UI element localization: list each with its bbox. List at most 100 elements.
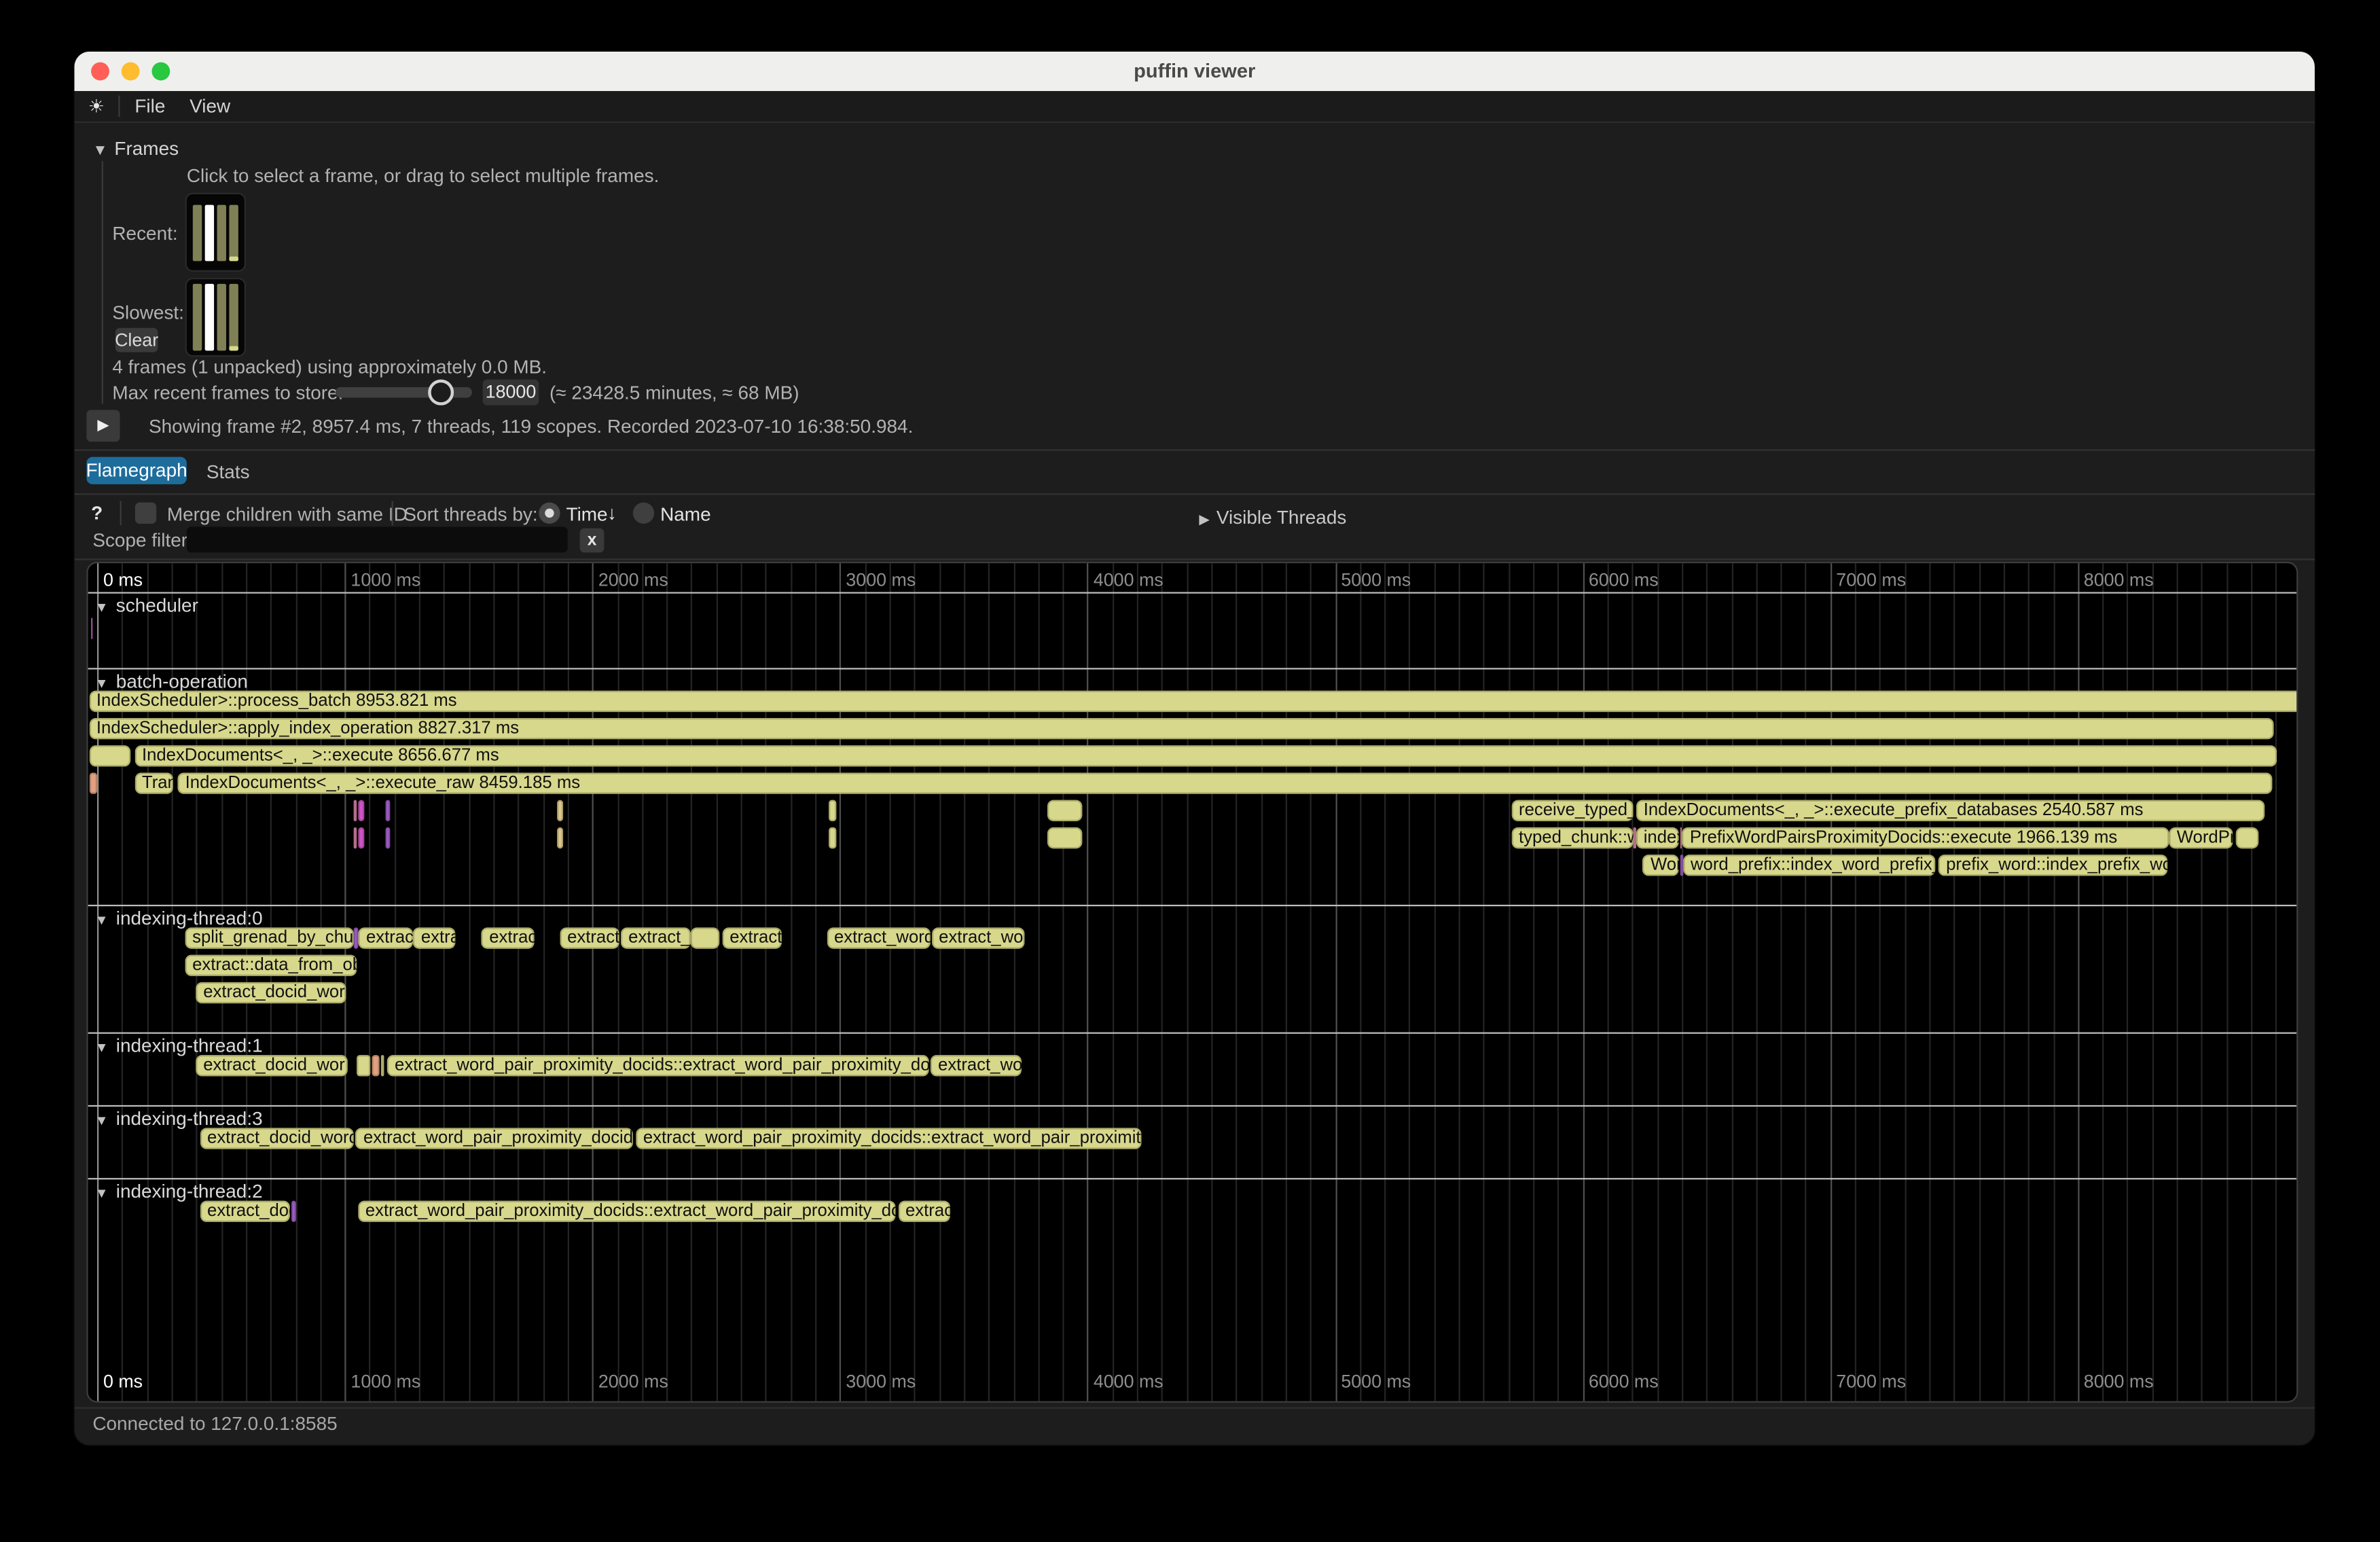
flamegraph-bar[interactable] — [291, 1201, 296, 1222]
flamegraph-bar[interactable]: IndexDocuments<_, _>::execute_raw 8459.1… — [177, 772, 2271, 793]
flamegraph-bar[interactable]: extract_word_pair_proximity_docids::extr… — [636, 1128, 1142, 1149]
flamegraph-bar[interactable]: prefix_word::index_prefix_wo — [1939, 855, 2167, 876]
scope-filter-input[interactable] — [187, 526, 568, 552]
max-frames-value[interactable]: 18000 — [483, 379, 539, 405]
flamegraph-bar[interactable]: IndexDocuments<_, _>::execute 8656.677 m… — [134, 745, 2277, 766]
flamegraph-bar[interactable]: IndexScheduler>::process_batch 8953.821 … — [89, 691, 2296, 712]
clear-frames-button[interactable]: Clear — [115, 327, 158, 352]
thread-group-label[interactable]: ▼batch-operation — [95, 671, 248, 692]
flamegraph-bar[interactable]: extract_wo — [931, 1055, 1021, 1076]
flamegraph-bar[interactable]: extract_word_pair_proximity_docids::extr… — [387, 1055, 928, 1076]
sort-name-radio[interactable] — [633, 502, 654, 523]
flamegraph-bar[interactable]: Word — [1643, 855, 1680, 876]
frames-section-header[interactable]: ▼ Frames — [92, 135, 179, 162]
tab-stats[interactable]: Stats — [206, 461, 250, 482]
gridline — [1409, 563, 1411, 1401]
thread-group-label[interactable]: ▼indexing-thread:1 — [95, 1035, 263, 1056]
menu-file[interactable]: File — [134, 95, 165, 116]
flamegraph-bar[interactable]: extract_ — [621, 927, 690, 948]
sort-direction-arrow-icon[interactable]: ↓ — [607, 502, 617, 523]
flamegraph-bar[interactable]: extract_docid_wor — [196, 1055, 348, 1076]
slowest-frames-thumbnail[interactable] — [187, 279, 245, 355]
flamegraph-bar[interactable] — [89, 745, 131, 766]
frame-bar[interactable] — [229, 204, 238, 261]
flamegraph-bar[interactable] — [557, 827, 562, 848]
gridline — [2226, 563, 2228, 1401]
flamegraph-bar[interactable]: IndexDocuments<_, _>::execute_prefix_dat… — [1636, 800, 2265, 821]
frame-bar-selected[interactable] — [205, 283, 214, 350]
flamegraph-bar[interactable] — [372, 1055, 380, 1076]
flamegraph-bar[interactable] — [2236, 827, 2259, 848]
flamegraph-bar[interactable] — [357, 800, 363, 821]
flamegraph-bar[interactable]: index — [1636, 827, 1680, 848]
flamegraph-bar[interactable]: extra — [414, 927, 456, 948]
flamegraph-bar[interactable]: extract_word_pair_proximity_docids::extr… — [358, 1201, 895, 1222]
menu-view[interactable]: View — [190, 95, 230, 116]
recent-frames-thumbnail[interactable] — [187, 194, 245, 270]
flamegraph-bar[interactable]: extract — [359, 927, 412, 948]
close-window-icon[interactable] — [91, 62, 109, 80]
flamegraph-bar[interactable] — [386, 800, 391, 821]
flamegraph-bar[interactable]: extract_doc — [200, 1201, 290, 1222]
flamegraph-bar[interactable]: typed_chunk::w — [1511, 827, 1634, 848]
flamegraph-bar[interactable] — [386, 827, 391, 848]
flamegraph-bar[interactable] — [354, 927, 358, 948]
flamegraph-bar[interactable] — [353, 800, 357, 821]
sort-time-label[interactable]: Time — [566, 503, 608, 524]
frame-bar[interactable] — [217, 204, 226, 261]
flamegraph-bar[interactable]: extract_docid_word — [200, 1128, 353, 1149]
sort-time-radio[interactable] — [539, 502, 560, 523]
flamegraph-bar[interactable]: extract — [722, 927, 782, 948]
flamegraph-bar[interactable]: split_grenad_by_chun — [185, 927, 353, 948]
flamegraph-bar[interactable] — [381, 1055, 384, 1076]
play-button[interactable]: ▶ — [86, 409, 120, 441]
flamegraph-bar[interactable] — [1048, 800, 1083, 821]
minimize-window-icon[interactable] — [122, 62, 140, 80]
sort-name-label[interactable]: Name — [660, 503, 711, 524]
help-button[interactable]: ? — [91, 502, 103, 523]
flamegraph-bar[interactable] — [357, 1055, 370, 1076]
flamegraph-bar[interactable] — [691, 927, 720, 948]
flamegraph-bar[interactable]: Trans — [134, 772, 173, 793]
flamegraph-bar[interactable]: word_prefix::index_word_prefix_ — [1683, 855, 1936, 876]
flamegraph-bar[interactable]: extrac — [482, 927, 534, 948]
frame-bar[interactable] — [193, 204, 202, 261]
flamegraph-bar[interactable] — [90, 618, 92, 639]
thread-group-label[interactable]: ▼scheduler — [95, 595, 198, 616]
flamegraph-bar[interactable] — [829, 800, 836, 821]
zoom-window-icon[interactable] — [151, 62, 170, 80]
flamegraph-bar[interactable] — [357, 827, 363, 848]
flamegraph-bar[interactable]: extrac — [898, 1201, 950, 1222]
frame-bar[interactable] — [229, 283, 238, 350]
flamegraph-canvas[interactable]: 0 ms0 ms1000 ms1000 ms2000 ms2000 ms3000… — [87, 563, 2295, 1401]
clear-filter-button[interactable]: x — [580, 528, 605, 552]
frame-bar[interactable] — [217, 283, 226, 350]
flamegraph-bar[interactable]: extract_word — [827, 927, 930, 948]
merge-children-checkbox[interactable] — [135, 502, 156, 523]
flamegraph-bar[interactable] — [353, 827, 357, 848]
max-frames-slider-knob[interactable] — [428, 379, 454, 405]
flamegraph-bar[interactable]: extract_docid_wor — [196, 982, 346, 1003]
flamegraph-bar[interactable] — [829, 827, 836, 848]
flamegraph-bar[interactable]: PrefixWordPairsProximityDocids::execute … — [1682, 827, 2169, 848]
flamegraph-bar[interactable]: extract_ — [560, 927, 620, 948]
flamegraph-bar[interactable]: WordPr — [2169, 827, 2233, 848]
theme-toggle-icon[interactable]: ☀ — [88, 95, 105, 116]
flamegraph-bar[interactable]: receive_typed_ — [1511, 800, 1634, 821]
flamegraph-bar[interactable] — [89, 772, 96, 793]
visible-threads-header[interactable]: ▶ Visible Threads — [1199, 503, 1346, 531]
thread-group-label[interactable]: ▼indexing-thread:3 — [95, 1108, 263, 1129]
gridline — [791, 563, 792, 1401]
flamegraph-bar[interactable]: extract_wo — [931, 927, 1024, 948]
frame-bar-selected[interactable] — [205, 204, 214, 261]
flamegraph-bar[interactable]: extract_word_pair_proximity_docids — [356, 1128, 633, 1149]
tab-flamegraph[interactable]: Flamegraph — [86, 457, 186, 484]
thread-group-label[interactable]: ▼indexing-thread:0 — [95, 908, 263, 929]
flamegraph-bar[interactable] — [557, 800, 562, 821]
thread-group-label[interactable]: ▼indexing-thread:2 — [95, 1181, 263, 1202]
flamegraph-bar[interactable]: IndexScheduler>::apply_index_operation 8… — [89, 718, 2274, 739]
flamegraph-bar[interactable]: extract::data_from_ob — [185, 955, 357, 976]
frame-bar[interactable] — [193, 283, 202, 350]
flamegraph-bar[interactable] — [1048, 827, 1083, 848]
flamegraph-bar[interactable] — [1680, 855, 1682, 876]
